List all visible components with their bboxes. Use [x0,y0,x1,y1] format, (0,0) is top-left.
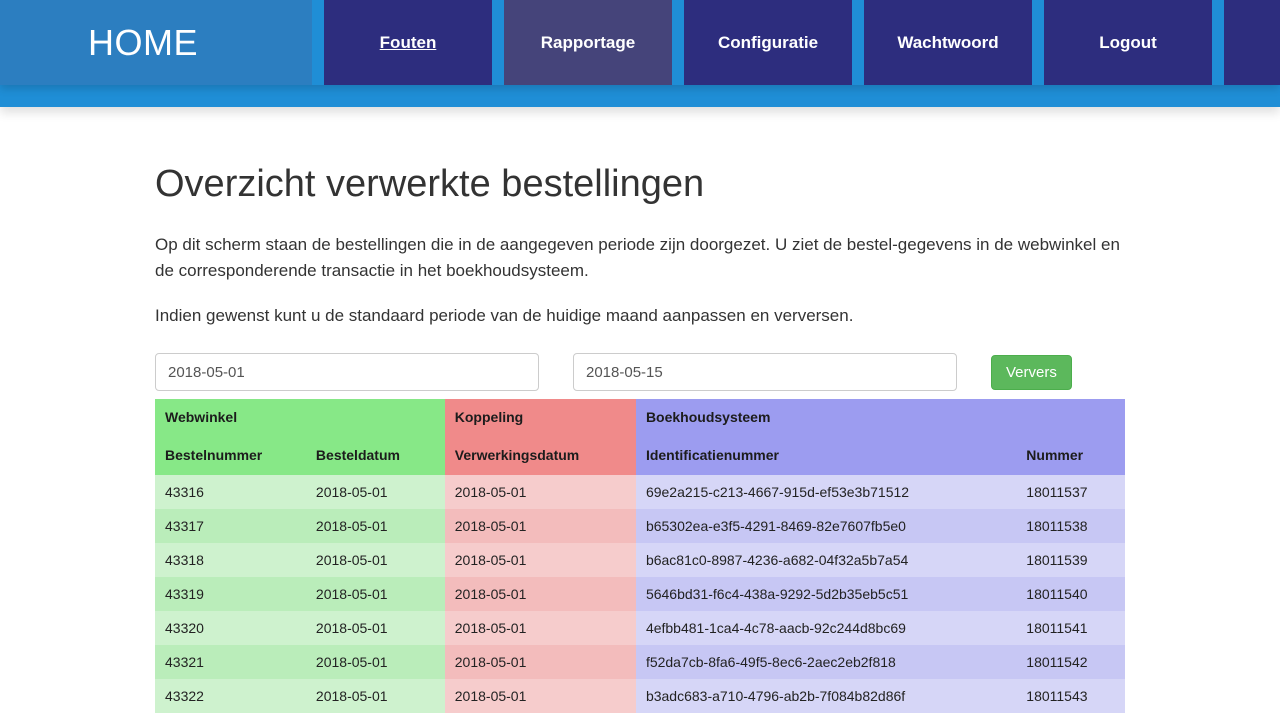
cell-proc-date: 2018-05-01 [445,577,636,611]
cell-number: 18011537 [1016,475,1125,509]
cell-proc-date: 2018-05-01 [445,475,636,509]
cell-order-date: 2018-05-01 [306,645,445,679]
cell-order-date: 2018-05-01 [306,679,445,713]
cell-order-no: 43322 [155,679,306,713]
table-row: 433172018-05-012018-05-01b65302ea-e3f5-4… [155,509,1125,543]
main-content: Overzicht verwerkte bestellingen Op dit … [155,107,1125,713]
nav-gap [1212,0,1224,85]
cell-ident: 4efbb481-1ca4-4c78-aacb-92c244d8bc69 [636,611,1016,645]
section-header-link: Koppeling [445,399,636,435]
nav-link-logout[interactable]: Logout [1044,0,1212,85]
table-row: 433222018-05-012018-05-01b3adc683-a710-4… [155,679,1125,713]
cell-proc-date: 2018-05-01 [445,611,636,645]
intro-paragraph-1: Op dit scherm staan de bestellingen die … [155,232,1125,285]
nav-gap [1032,0,1044,85]
brand-text: HOME [88,22,198,64]
table-row: 433202018-05-012018-05-014efbb481-1ca4-4… [155,611,1125,645]
col-header-number: Nummer [1016,435,1125,475]
cell-number: 18011538 [1016,509,1125,543]
col-header-proc-date: Verwerkingsdatum [445,435,636,475]
orders-table: Webwinkel Koppeling Boekhoudsysteem Best… [155,399,1125,713]
cell-order-no: 43318 [155,543,306,577]
cell-ident: 5646bd31-f6c4-438a-9292-5d2b35eb5c51 [636,577,1016,611]
nav-fill [1224,0,1280,85]
top-navigation: HOME Fouten Rapportage Configuratie Wach… [0,0,1280,85]
col-header-order-date: Besteldatum [306,435,445,475]
cell-order-date: 2018-05-01 [306,475,445,509]
table-row: 433212018-05-012018-05-01f52da7cb-8fa6-4… [155,645,1125,679]
page-intro: Op dit scherm staan de bestellingen die … [155,232,1125,329]
date-from-input[interactable] [155,353,539,391]
cell-order-no: 43319 [155,577,306,611]
cell-number: 18011543 [1016,679,1125,713]
cell-proc-date: 2018-05-01 [445,645,636,679]
cell-ident: f52da7cb-8fa6-49f5-8ec6-2aec2eb2f818 [636,645,1016,679]
table-row: 433192018-05-012018-05-015646bd31-f6c4-4… [155,577,1125,611]
date-filter-row: Ververs [155,353,1125,391]
nav-gap [312,0,324,85]
col-header-order-no: Bestelnummer [155,435,306,475]
page-title: Overzicht verwerkte bestellingen [155,163,1125,206]
nav-gap [852,0,864,85]
cell-order-no: 43321 [155,645,306,679]
section-header-accounting: Boekhoudsysteem [636,399,1125,435]
cell-order-no: 43316 [155,475,306,509]
cell-order-date: 2018-05-01 [306,509,445,543]
accent-strip [0,85,1280,107]
table-row: 433182018-05-012018-05-01b6ac81c0-8987-4… [155,543,1125,577]
cell-order-no: 43317 [155,509,306,543]
table-row: 433162018-05-012018-05-0169e2a215-c213-4… [155,475,1125,509]
section-header-webshop: Webwinkel [155,399,445,435]
nav-gap [672,0,684,85]
cell-proc-date: 2018-05-01 [445,543,636,577]
col-header-ident: Identificatienummer [636,435,1016,475]
intro-paragraph-2: Indien gewenst kunt u de standaard perio… [155,303,1125,329]
cell-order-date: 2018-05-01 [306,577,445,611]
cell-number: 18011540 [1016,577,1125,611]
cell-proc-date: 2018-05-01 [445,509,636,543]
nav-link-configuratie[interactable]: Configuratie [684,0,852,85]
cell-ident: b6ac81c0-8987-4236-a682-04f32a5b7a54 [636,543,1016,577]
refresh-button[interactable]: Ververs [991,355,1072,390]
cell-number: 18011541 [1016,611,1125,645]
nav-link-wachtwoord[interactable]: Wachtwoord [864,0,1032,85]
cell-number: 18011542 [1016,645,1125,679]
main-nav: Fouten Rapportage Configuratie Wachtwoor… [312,0,1280,85]
cell-number: 18011539 [1016,543,1125,577]
cell-ident: 69e2a215-c213-4667-915d-ef53e3b71512 [636,475,1016,509]
date-to-input[interactable] [573,353,957,391]
nav-link-fouten[interactable]: Fouten [324,0,492,85]
cell-order-date: 2018-05-01 [306,543,445,577]
cell-proc-date: 2018-05-01 [445,679,636,713]
nav-link-rapportage[interactable]: Rapportage [504,0,672,85]
cell-ident: b65302ea-e3f5-4291-8469-82e7607fb5e0 [636,509,1016,543]
cell-ident: b3adc683-a710-4796-ab2b-7f084b82d86f [636,679,1016,713]
nav-gap [492,0,504,85]
cell-order-no: 43320 [155,611,306,645]
cell-order-date: 2018-05-01 [306,611,445,645]
brand-block[interactable]: HOME [0,0,312,85]
